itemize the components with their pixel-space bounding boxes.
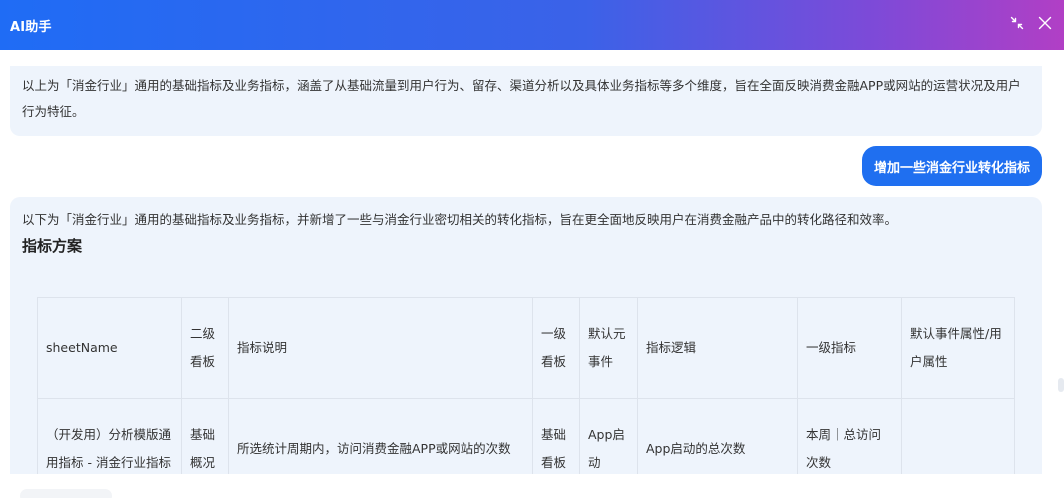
table-cell: App启动的总次数 (637, 398, 798, 474)
chat-area[interactable]: 以上为「消金行业」通用的基础指标及业务指标，涵盖了从基础流量到用户行为、留存、渠… (0, 50, 1064, 474)
table-cell: App启动 (579, 398, 638, 474)
ai-message: 以下为「消金行业」通用的基础指标及业务指标，并新增了一些与消金行业密切相关的转化… (10, 197, 1042, 474)
chat-footer (0, 474, 1064, 498)
user-message: 增加一些消金行业转化指标 (861, 146, 1042, 186)
footer-pill[interactable] (20, 489, 112, 498)
table-cell: 基础概况 (181, 398, 229, 474)
table-header-row: sheetName 二级看板 指标说明 一级看板 默认元事件 指标逻辑 一级指标… (37, 297, 1015, 399)
column-header: 指标说明 (228, 297, 533, 399)
column-header: 一级指标 (797, 297, 902, 399)
user-message-text: 增加一些消金行业转化指标 (873, 160, 1030, 176)
table-cell (901, 398, 1015, 474)
table-row: （开发用）分析模版通用指标 - 消金行业指标 基础概况 所选统计周期内，访问消费… (37, 398, 1015, 474)
ai-message-text: 以下为「消金行业」通用的基础指标及业务指标，并新增了一些与消金行业密切相关的转化… (22, 212, 898, 227)
column-header: 默认元事件 (579, 297, 638, 399)
table-cell: 所选统计周期内，访问消费金融APP或网站的次数 (228, 398, 533, 474)
ai-message: 以上为「消金行业」通用的基础指标及业务指标，涵盖了从基础流量到用户行为、留存、渠… (10, 66, 1042, 136)
column-header: 一级看板 (532, 297, 580, 399)
column-header: 默认事件属性/用户属性 (901, 297, 1015, 399)
window-controls (1008, 14, 1054, 32)
scrollbar[interactable] (1058, 378, 1064, 392)
table-cell: 本周｜总访问次数 (797, 398, 902, 474)
collapse-arrows-icon[interactable] (1008, 14, 1026, 32)
column-header: 二级看板 (181, 297, 229, 399)
section-heading: 指标方案 (22, 237, 83, 255)
metrics-table: sheetName 二级看板 指标说明 一级看板 默认元事件 指标逻辑 一级指标… (37, 297, 1015, 474)
close-icon[interactable] (1036, 14, 1054, 32)
table-cell: （开发用）分析模版通用指标 - 消金行业指标 (37, 398, 182, 474)
ai-message-text: 以上为「消金行业」通用的基础指标及业务指标，涵盖了从基础流量到用户行为、留存、渠… (22, 78, 1021, 119)
column-header: sheetName (37, 297, 182, 399)
column-header: 指标逻辑 (637, 297, 798, 399)
table-cell: 基础看板 (532, 398, 580, 474)
window-title: AI助手 (10, 19, 52, 35)
title-bar: AI助手 (0, 0, 1064, 50)
